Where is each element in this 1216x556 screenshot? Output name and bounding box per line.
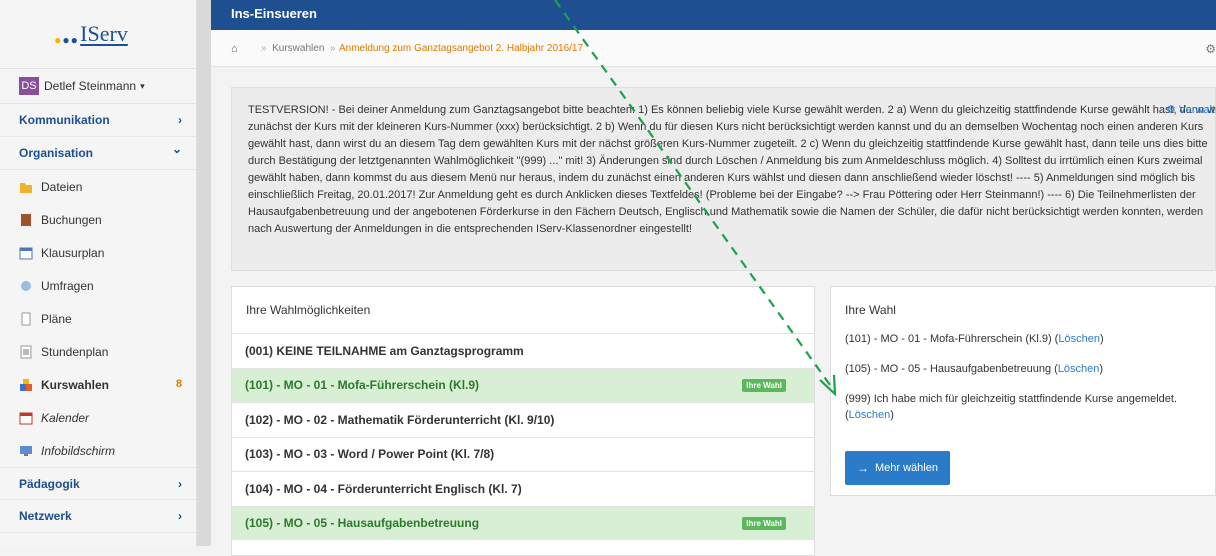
chevron-down-icon: ⌄ bbox=[171, 142, 182, 156]
sidebar-scrollbar[interactable] bbox=[197, 0, 211, 546]
user-menu[interactable]: DS Detlef Steinmann ▾ bbox=[0, 68, 196, 104]
nav-section-organisation[interactable]: Organisation ⌄ bbox=[0, 137, 196, 170]
option-row[interactable]: (103) - MO - 03 - Word / Power Point (Kl… bbox=[232, 436, 814, 472]
option-row[interactable]: (105) - MO - 05 - Hausaufgabenbetreuung I… bbox=[232, 505, 814, 540]
monitor-icon bbox=[19, 444, 33, 458]
chevron-right-icon: › bbox=[178, 509, 182, 523]
options-panel: Ihre Wahlmöglichkeiten (001) KEINE TEILN… bbox=[231, 286, 815, 556]
page-title: Ins-Einsueren bbox=[231, 6, 317, 21]
sidebar-item-stundenplan[interactable]: Stundenplan bbox=[0, 335, 196, 368]
sidebar-item-plaene[interactable]: Pläne bbox=[0, 302, 196, 335]
selection-item: (101) - MO - 01 - Mofa-Führerschein (Kl.… bbox=[845, 333, 1104, 345]
info-text: TESTVERSION! - Bei deiner Anmeldung zum … bbox=[248, 104, 1216, 235]
verwalten-link[interactable]: ⚙ Verwalt bbox=[1166, 102, 1215, 119]
breadcrumb: ⌂ » Kurswahlen » Anmeldung zum Ganztagsa… bbox=[211, 30, 1216, 67]
top-bar: Ins-Einsueren bbox=[211, 0, 1216, 30]
calendar-icon bbox=[19, 411, 33, 425]
blocks-icon bbox=[19, 378, 33, 392]
book-icon bbox=[19, 213, 33, 227]
sidebar-item-dateien[interactable]: Dateien bbox=[0, 170, 196, 203]
sidebar-item-kurswahlen[interactable]: Kurswahlen 8 bbox=[0, 368, 196, 401]
sidebar-item-buchungen[interactable]: Buchungen bbox=[0, 203, 196, 236]
chosen-badge: Ihre Wahl bbox=[742, 378, 786, 392]
delete-link[interactable]: Löschen bbox=[849, 409, 891, 421]
folder-icon bbox=[19, 180, 33, 194]
iserv-logo[interactable]: ●●● IServ bbox=[0, 0, 196, 68]
kurswahlen-count-badge: 8 bbox=[175, 378, 182, 390]
selection-title: Ihre Wahl bbox=[845, 303, 896, 317]
mehr-waehlen-button[interactable]: → Mehr wählen bbox=[845, 451, 950, 485]
caret-down-icon: ▾ bbox=[140, 80, 145, 91]
delete-link[interactable]: Löschen bbox=[1058, 363, 1100, 375]
nav-section-paedagogik[interactable]: Pädagogik › bbox=[0, 467, 196, 500]
info-textbox[interactable]: TESTVERSION! - Bei deiner Anmeldung zum … bbox=[231, 87, 1216, 271]
document-icon bbox=[19, 312, 33, 326]
option-row[interactable]: (102) - MO - 02 - Mathematik Förderunter… bbox=[232, 402, 814, 437]
options-title: Ihre Wahlmöglichkeiten bbox=[246, 303, 371, 317]
option-row[interactable]: (001) KEINE TEILNAHME am Ganztagsprogram… bbox=[232, 333, 814, 368]
delete-link[interactable]: Löschen bbox=[1058, 333, 1100, 345]
selection-item: (105) - MO - 05 - Hausaufgabenbetreuung … bbox=[845, 363, 1104, 375]
chevron-right-icon: › bbox=[178, 477, 182, 491]
calendar-icon bbox=[19, 246, 33, 260]
option-row[interactable]: (104) - MO - 04 - Förderunterricht Engli… bbox=[232, 471, 814, 506]
sidebar: ●●● IServ DS Detlef Steinmann ▾ Kommunika… bbox=[0, 0, 197, 546]
sidebar-item-infobildschirm[interactable]: Infobildschirm bbox=[0, 434, 196, 467]
sidebar-item-kalender[interactable]: Kalender bbox=[0, 401, 196, 434]
chosen-badge: Ihre Wahl bbox=[742, 516, 786, 530]
nav-section-netzwerk[interactable]: Netzwerk › bbox=[0, 500, 196, 533]
chevron-right-icon: › bbox=[178, 113, 182, 127]
sidebar-item-umfragen[interactable]: Umfragen bbox=[0, 269, 196, 302]
timetable-icon bbox=[19, 345, 33, 359]
arrow-right-icon: → bbox=[857, 461, 869, 475]
nav-section-kommunikation[interactable]: Kommunikation › bbox=[0, 104, 196, 137]
selection-panel: Ihre Wahl (101) - MO - 01 - Mofa-Führers… bbox=[830, 286, 1216, 496]
survey-icon bbox=[19, 279, 33, 293]
breadcrumb-current: Anmeldung zum Ganztagsangebot 2. Halbjah… bbox=[339, 43, 584, 54]
logo-dots-icon: ●●● bbox=[54, 33, 79, 47]
user-name: Detlef Steinmann bbox=[44, 79, 137, 93]
option-row[interactable]: (101) - MO - 01 - Mofa-Führerschein (Kl.… bbox=[232, 367, 814, 402]
selection-item: (999) Ich habe mich für gleichzeitig sta… bbox=[845, 393, 1178, 421]
sidebar-item-klausurplan[interactable]: Klausurplan bbox=[0, 236, 196, 269]
breadcrumb-kurswahlen[interactable]: Kurswahlen bbox=[272, 43, 324, 54]
avatar: DS bbox=[19, 77, 39, 95]
gear-icon[interactable]: ⚙ bbox=[1205, 42, 1216, 56]
home-icon[interactable]: ⌂ bbox=[231, 43, 238, 55]
